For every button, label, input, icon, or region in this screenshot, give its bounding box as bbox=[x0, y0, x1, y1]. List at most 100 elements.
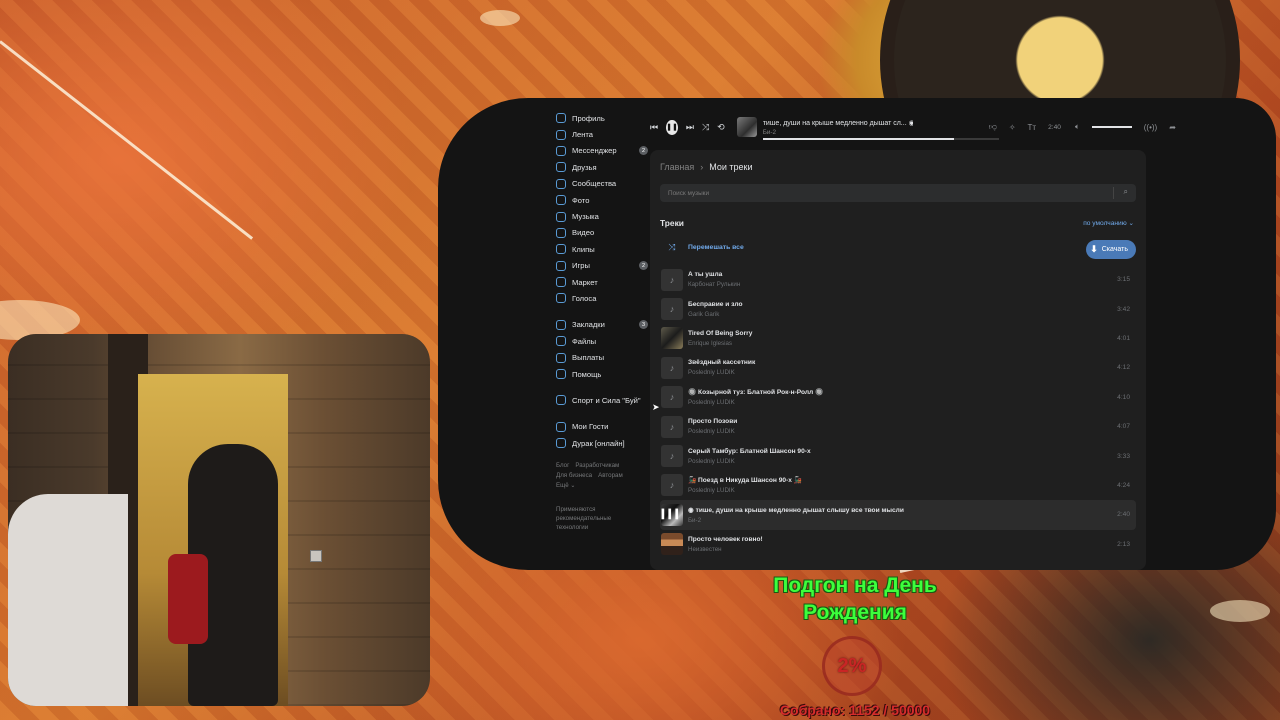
next-track-icon[interactable]: ⏭ bbox=[686, 122, 694, 133]
playback-progress-bar[interactable] bbox=[762, 137, 999, 140]
track-duration: 3:15 bbox=[1117, 276, 1130, 284]
sidebar-item-label: Мои Гости bbox=[572, 422, 609, 432]
track-title: Tired Of Being Sorry bbox=[688, 329, 753, 337]
track-title: Звёздный кассетник bbox=[688, 359, 756, 367]
sidebar-item-icon bbox=[556, 260, 566, 271]
sidebar-item[interactable]: Сообщества bbox=[556, 176, 648, 192]
sidebar-item[interactable]: Профиль bbox=[556, 110, 648, 126]
music-note-icon[interactable]: ♪ bbox=[661, 386, 683, 409]
sidebar-item[interactable]: Файлы bbox=[556, 333, 648, 349]
recommendation-note[interactable]: Применяются рекомендательные технологии bbox=[556, 505, 626, 532]
repeat-icon[interactable]: ⟲ bbox=[717, 122, 725, 133]
track-artist[interactable]: Posledniy LUDIK bbox=[688, 399, 823, 406]
background-splash bbox=[480, 10, 520, 26]
footer-link-authors[interactable]: Авторам bbox=[598, 472, 623, 479]
sidebar-item[interactable]: Помощь bbox=[556, 366, 648, 382]
nav-group-main: Профиль Лента Мессенджер 2 Друзья Сообщества Ф… bbox=[556, 110, 648, 307]
footer-link-developers[interactable]: Разработчикам bbox=[575, 462, 619, 469]
track-artist[interactable]: Posledniy LUDIK bbox=[688, 458, 811, 465]
track-info: 🚂 Поезд в Никуда Шансон 90-х 🚂 Posledniy … bbox=[688, 476, 802, 494]
track-title: 🚂 Поезд в Никуда Шансон 90-х 🚂 bbox=[688, 477, 802, 485]
sidebar-item-label: Закладки bbox=[572, 320, 605, 330]
music-note-icon[interactable]: ♪ bbox=[661, 415, 683, 438]
track-row[interactable]: ♪ Серый Тамбур: Блатной Шансон 90-х Posled… bbox=[660, 441, 1136, 470]
track-row[interactable]: Просто человек говно! Неизвестен 2:13 bbox=[660, 530, 1136, 559]
sidebar-item[interactable]: Выплаты bbox=[556, 349, 648, 365]
sidebar-item[interactable]: Спорт и Сила "Буй" bbox=[556, 392, 648, 408]
footer-link-more[interactable]: Ещё ⌄ bbox=[556, 482, 576, 489]
track-info: Просто человек говно! Неизвестен bbox=[688, 536, 763, 553]
music-note-icon[interactable]: ♪ bbox=[661, 356, 683, 379]
sidebar-item-badge: 2 bbox=[639, 261, 648, 271]
shuffle-all-button[interactable]: ⤨ Перемешать все bbox=[660, 242, 743, 253]
pause-button[interactable]: ❚❚ bbox=[666, 119, 678, 135]
track-cover[interactable] bbox=[661, 327, 683, 350]
sidebar-item[interactable]: Видео bbox=[556, 225, 648, 241]
share-icon[interactable]: ➦ bbox=[1169, 123, 1176, 132]
sidebar-item[interactable]: Музыка bbox=[556, 208, 648, 224]
shuffle-icon[interactable]: ⤨ bbox=[702, 122, 709, 133]
download-button[interactable]: ⬇ Скачать bbox=[1086, 240, 1136, 259]
track-row[interactable]: ♪ Звёздный кассетник Posledniy LUDIK 4:12 bbox=[660, 353, 1136, 382]
track-artist[interactable]: Неизвестен bbox=[688, 546, 763, 553]
track-artist[interactable]: Карбонат Рулькин bbox=[688, 281, 740, 288]
sidebar-item[interactable]: Фото bbox=[556, 192, 648, 208]
previous-track-icon[interactable]: ⏮ bbox=[650, 122, 658, 133]
lyrics-icon[interactable]: Tт bbox=[1028, 123, 1037, 132]
sidebar-item[interactable]: Друзья bbox=[556, 159, 648, 175]
vk-music-window: Профиль Лента Мессенджер 2 Друзья Сообщества Ф… bbox=[438, 98, 1276, 570]
breadcrumb-home[interactable]: Главная bbox=[660, 162, 694, 172]
search-icon[interactable]: ⌕ bbox=[1124, 187, 1128, 197]
track-row[interactable]: ▍▍▍ ◉ тише, души на крыше медленно дышат … bbox=[660, 500, 1136, 530]
breadcrumb-current: Мои треки bbox=[709, 162, 753, 172]
music-note-icon[interactable]: ♪ bbox=[661, 298, 683, 321]
sidebar-item[interactable]: Лента bbox=[556, 126, 648, 142]
dislike-icon[interactable]: 👎︎ bbox=[989, 122, 997, 132]
sparkle-icon[interactable]: ✧ bbox=[1009, 123, 1016, 132]
track-artist[interactable]: Posledniy LUDIK bbox=[688, 369, 755, 376]
track-cover[interactable] bbox=[661, 533, 683, 556]
sidebar-item-icon bbox=[556, 421, 566, 432]
track-artist[interactable]: Garik Garik bbox=[688, 311, 742, 318]
sidebar-item[interactable]: Игры 2 bbox=[556, 258, 648, 274]
now-playing-cover[interactable] bbox=[736, 117, 757, 137]
broadcast-icon[interactable]: ((•)) bbox=[1144, 123, 1157, 132]
donation-progress-circle: 2% bbox=[822, 636, 882, 696]
sidebar-item-label: Видео bbox=[572, 228, 595, 238]
volume-icon[interactable]: 🔈︎ bbox=[1075, 122, 1080, 132]
track-row[interactable]: ♪ 🚂 Поезд в Никуда Шансон 90-х 🚂 Posledniy… bbox=[660, 471, 1136, 500]
sidebar-item-label: Клипы bbox=[572, 244, 595, 254]
music-note-icon[interactable]: ♪ bbox=[661, 445, 683, 468]
track-row[interactable]: ♪ А ты ушла Карбонат Рулькин 3:15 bbox=[660, 265, 1136, 294]
footer-link-blog[interactable]: Блог bbox=[556, 462, 569, 469]
music-note-icon[interactable]: ♪ bbox=[661, 474, 683, 497]
sidebar-item-icon bbox=[556, 438, 566, 449]
track-artist[interactable]: Posledniy LUDIK bbox=[688, 487, 802, 494]
track-row[interactable]: Tired Of Being Sorry Enrique Iglesias 4:01 bbox=[660, 324, 1136, 353]
track-row[interactable]: ♪ Бесправие и зло Garik Garik 3:42 bbox=[660, 294, 1136, 323]
sidebar-item-label: Игры bbox=[572, 261, 590, 271]
track-artist[interactable]: Posledniy LUDIK bbox=[688, 428, 737, 435]
sidebar-item[interactable]: Мои Гости bbox=[556, 419, 648, 435]
track-artist[interactable]: Би-2 bbox=[688, 517, 904, 524]
sidebar-item[interactable]: Клипы bbox=[556, 241, 648, 257]
tracks-heading: Треки bbox=[660, 218, 684, 228]
now-playing-artist[interactable]: Би-2 bbox=[763, 129, 913, 136]
sidebar-item[interactable]: Закладки 3 bbox=[556, 317, 648, 333]
track-row[interactable]: ♪ 🔘 Козырной туз: Блатной Рок-н-Ролл 🔘 Pos… bbox=[660, 383, 1136, 412]
now-playing-info[interactable]: тише, души на крыше медленно дышат сл...… bbox=[762, 119, 999, 140]
music-note-icon[interactable]: ♪ bbox=[661, 268, 683, 291]
donation-collected: Собрано: 1152 / 50000 bbox=[779, 702, 931, 718]
sidebar-item[interactable]: Дурак [онлайн] bbox=[556, 435, 648, 451]
webcam-coat bbox=[8, 494, 128, 706]
sidebar-item[interactable]: Мессенджер 2 bbox=[556, 143, 648, 159]
track-row[interactable]: ♪ Просто Позови Posledniy LUDIK 4:07 bbox=[660, 412, 1136, 441]
track-cover[interactable]: ▍▍▍ bbox=[661, 503, 683, 526]
volume-slider[interactable] bbox=[1091, 126, 1132, 128]
sort-dropdown[interactable]: по умолчанию ⌄ bbox=[1083, 219, 1134, 227]
track-artist[interactable]: Enrique Iglesias bbox=[688, 340, 752, 347]
sidebar-item[interactable]: Маркет bbox=[556, 274, 648, 290]
footer-link-business[interactable]: Для бизнеса bbox=[556, 472, 592, 479]
sidebar-item[interactable]: Голоса bbox=[556, 290, 648, 306]
music-search-input[interactable]: Поиск музыки ⌕ bbox=[660, 184, 1136, 202]
